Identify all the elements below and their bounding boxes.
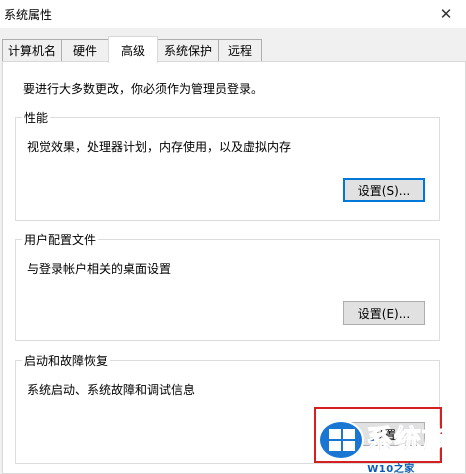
user-profiles-group: 用户配置文件 与登录帐户相关的桌面设置 设置(E)... (15, 231, 440, 341)
performance-description: 视觉效果，处理器计划，内存使用，以及虚拟内存 (27, 140, 292, 154)
user-profiles-group-title: 用户配置文件 (22, 231, 99, 248)
tab-remote[interactable]: 远程 (218, 39, 262, 61)
title-bar: 系统属性 ✕ (0, 0, 466, 28)
admin-notice: 要进行大多数更改，你必须作为管理员登录。 (23, 82, 264, 96)
user-profiles-description: 与登录帐户相关的桌面设置 (27, 262, 172, 276)
tab-bar: 计算机名 硬件 高级 系统保护 远程 (0, 36, 466, 63)
tab-hardware[interactable]: 硬件 (61, 39, 109, 61)
close-button[interactable]: ✕ (426, 0, 466, 28)
window-title: 系统属性 (4, 8, 53, 22)
watermark-url: W10之家 WWW.W10ZJ.COM (367, 464, 415, 474)
watermark-title: 系统族 (366, 425, 450, 457)
tab-system-protection[interactable]: 系统保护 (157, 39, 219, 61)
performance-settings-button[interactable]: 设置(S)... (343, 178, 425, 202)
tab-advanced[interactable]: 高级 (108, 36, 158, 63)
startup-recovery-group-title: 启动和故障恢复 (22, 352, 111, 369)
watermark: 系统族 W10之家 WWW.W10ZJ.COM (318, 418, 464, 474)
tab-computer-name[interactable]: 计算机名 (2, 39, 62, 61)
user-profiles-settings-button[interactable]: 设置(E)... (343, 301, 425, 325)
performance-group: 性能 视觉效果，处理器计划，内存使用，以及虚拟内存 设置(S)... (15, 109, 440, 221)
startup-recovery-description: 系统启动、系统故障和调试信息 (27, 383, 196, 397)
close-icon: ✕ (439, 5, 453, 23)
performance-group-title: 性能 (22, 109, 51, 126)
windows-logo-icon (318, 420, 364, 460)
